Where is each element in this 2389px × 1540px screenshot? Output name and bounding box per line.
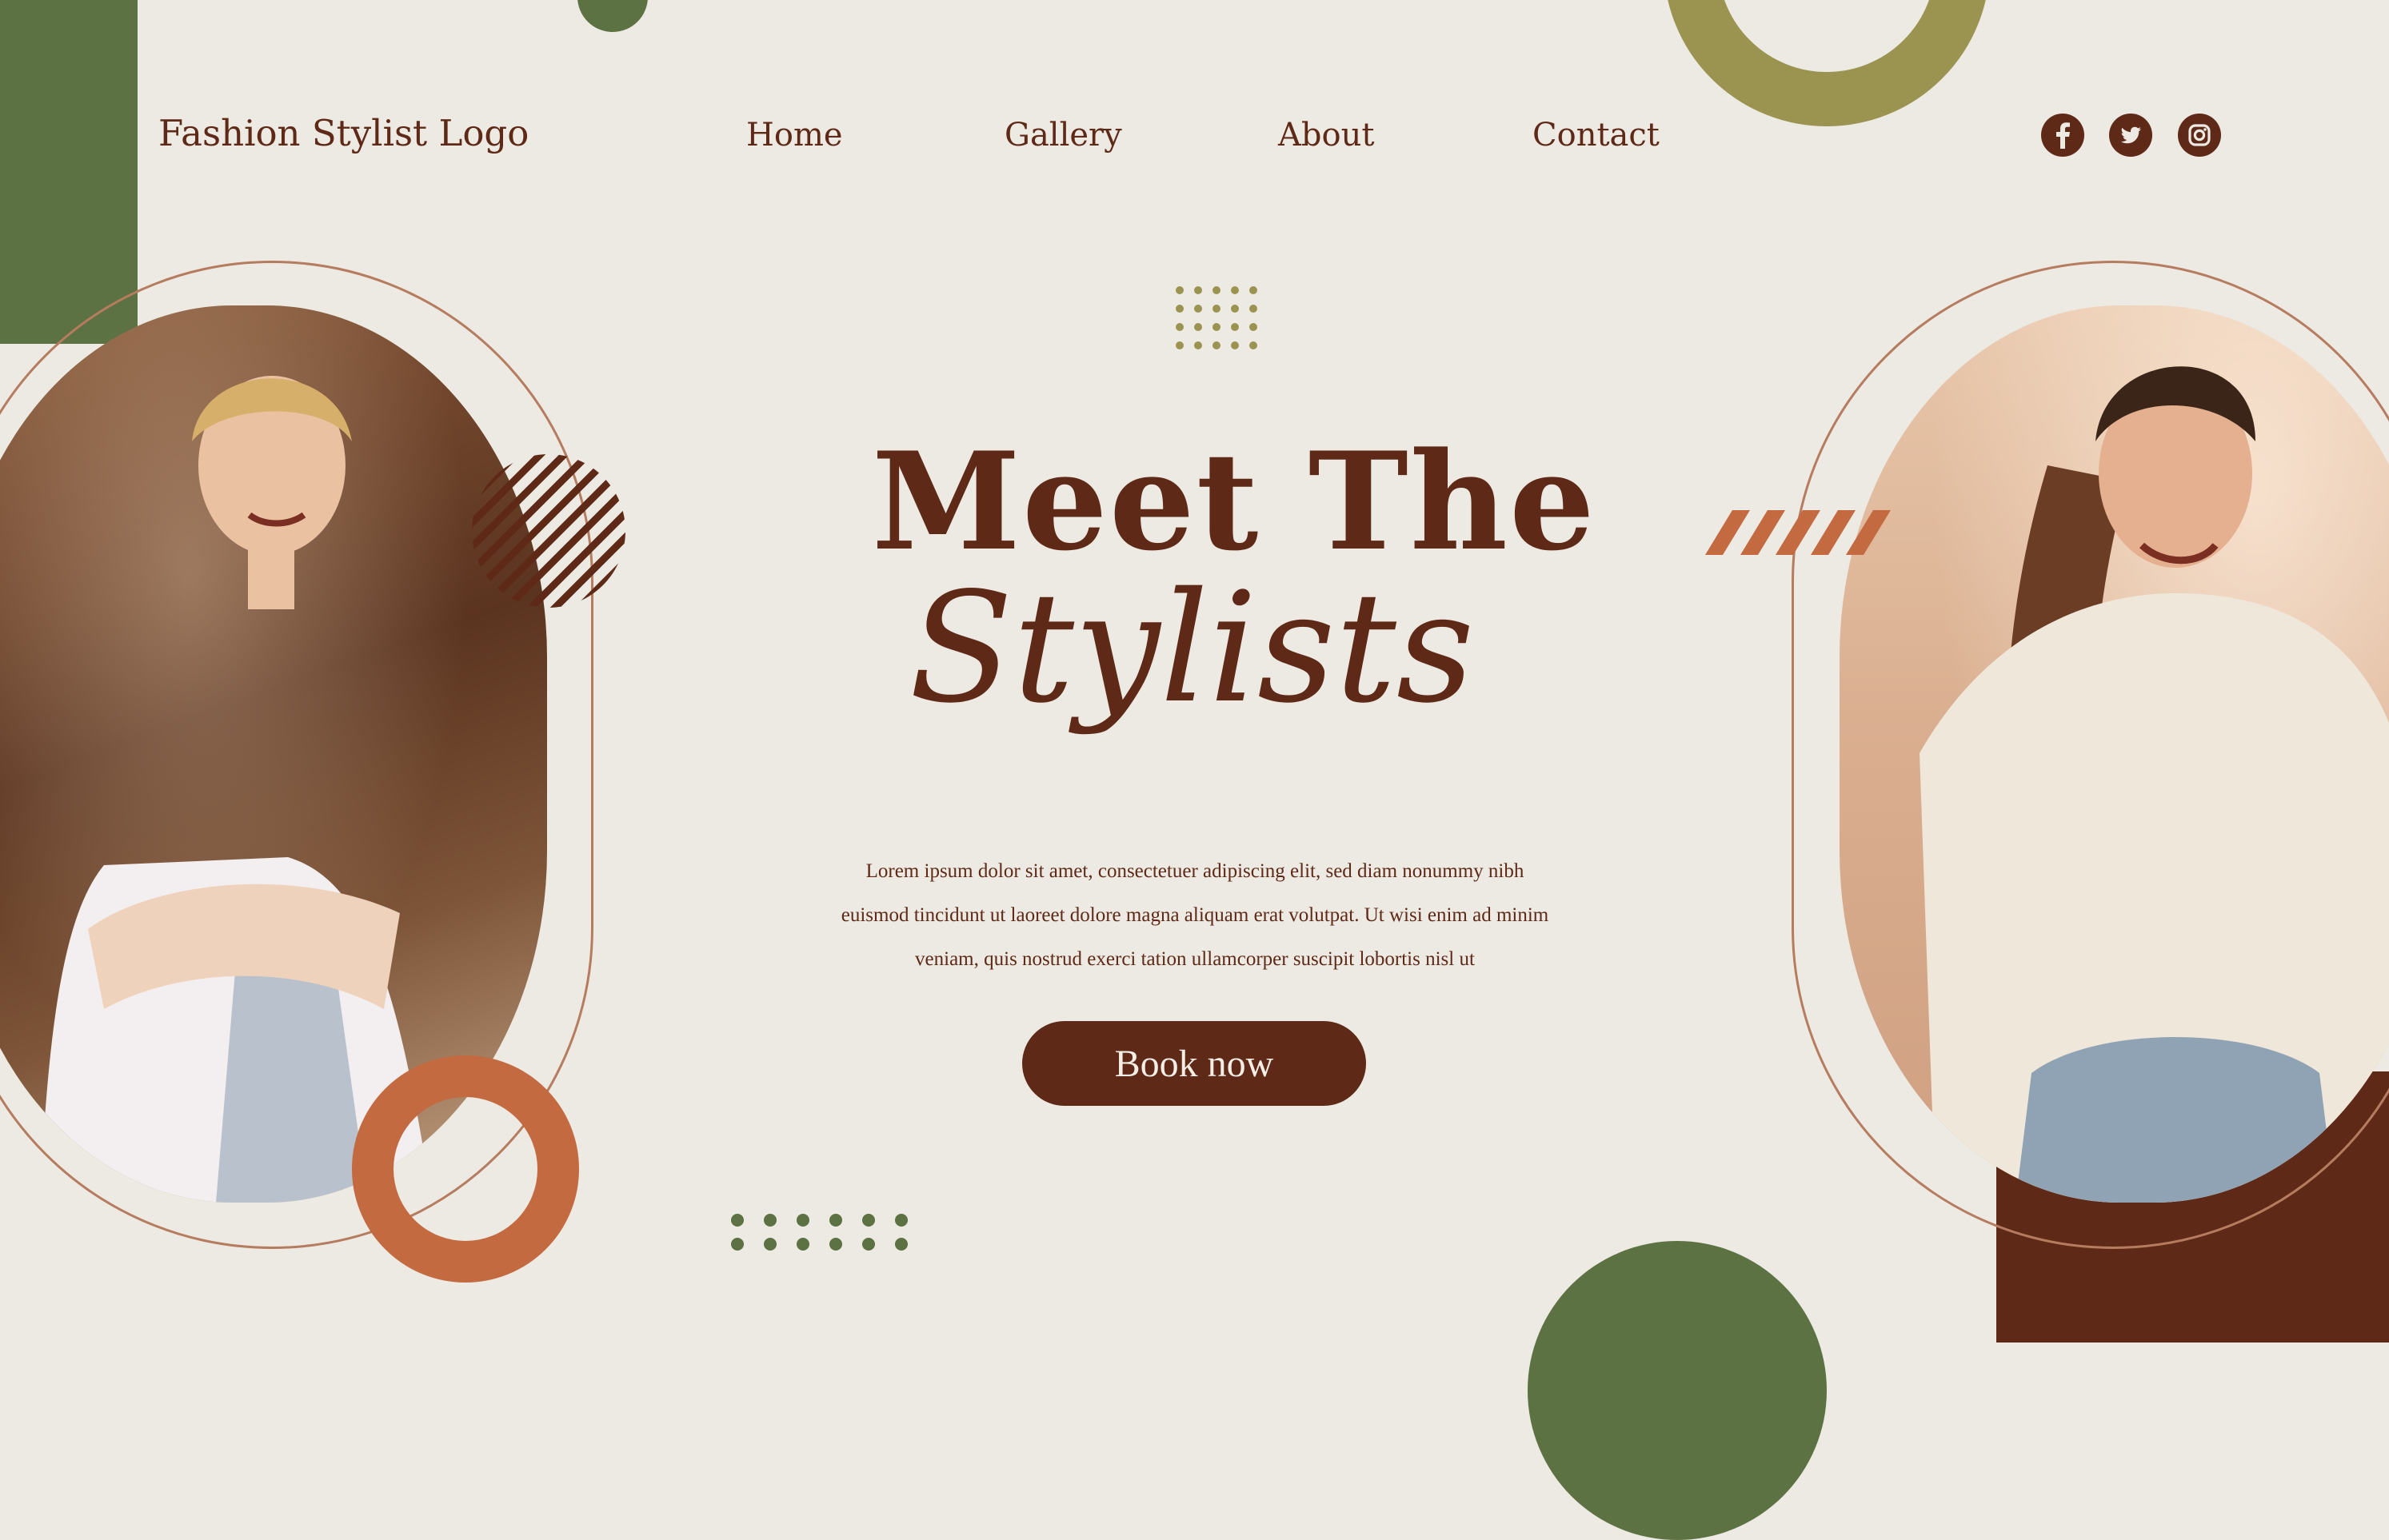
instagram-icon[interactable] bbox=[2178, 114, 2221, 157]
hero-title: Meet The bbox=[872, 422, 1596, 580]
book-now-button[interactable]: Book now bbox=[1022, 1021, 1366, 1106]
decor-olive-ring bbox=[1664, 0, 1990, 126]
decor-slash-stripes bbox=[1705, 510, 1891, 555]
nav-link-contact[interactable]: Contact bbox=[1532, 117, 1660, 154]
decor-dot-grid-bottom bbox=[731, 1214, 908, 1251]
hero-description: Lorem ipsum dolor sit amet, consectetuer… bbox=[841, 860, 1549, 970]
site-logo[interactable]: Fashion Stylist Logo bbox=[158, 112, 529, 154]
decor-green-half-circle-top bbox=[577, 0, 648, 32]
hero-script-title: Stylists bbox=[909, 560, 1475, 736]
twitter-icon[interactable] bbox=[2109, 114, 2152, 157]
decor-dot-grid-top bbox=[1176, 286, 1257, 349]
stylist-photo-right bbox=[1840, 305, 2389, 1203]
facebook-icon[interactable] bbox=[2041, 114, 2084, 157]
nav-link-gallery[interactable]: Gallery bbox=[1005, 117, 1122, 154]
decor-green-bar bbox=[0, 0, 138, 344]
nav-link-about[interactable]: About bbox=[1278, 117, 1374, 154]
nav-link-home[interactable]: Home bbox=[746, 117, 843, 154]
stylist-illustration-right bbox=[1920, 366, 2389, 1203]
decor-striped-circle bbox=[472, 454, 625, 608]
decor-orange-ring bbox=[352, 1055, 579, 1283]
decor-green-half-circle-bottom bbox=[1528, 1241, 1827, 1540]
